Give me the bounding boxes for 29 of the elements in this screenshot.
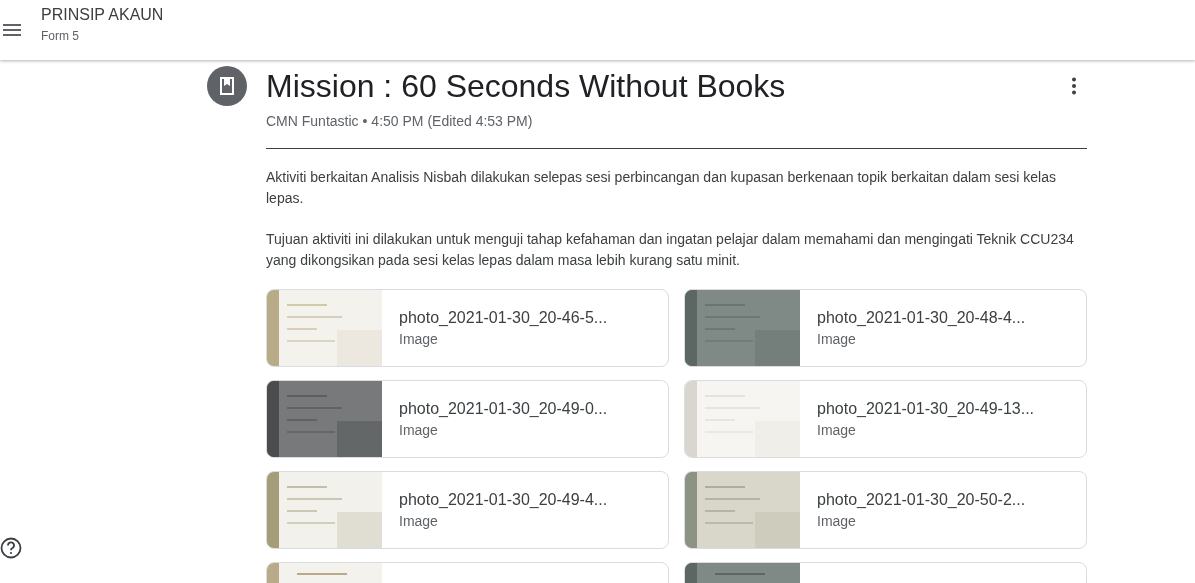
more-options-icon[interactable] — [1071, 77, 1077, 95]
attachment-card[interactable]: photo_2021-01-30_20-49-13... Image — [684, 380, 1087, 458]
file-type: Image — [817, 331, 857, 347]
post-time: • 4:50 PM (Edited 4:53 PM) — [362, 113, 533, 129]
file-name: photo_2021-01-30_20-49-13... — [817, 400, 1035, 418]
file-name: photo_2021-01-30_20-49-4... — [399, 491, 608, 509]
attachment-card[interactable]: photo_2021-01-30_20-49-4... Image — [266, 471, 669, 549]
help-icon[interactable] — [0, 537, 22, 559]
description-paragraph: Aktiviti berkaitan Analisis Nisbah dilakukan selepas sesi perbincangan dan kupasan berkenaan topik berkaitan dalam sesi kelas lepas. — [266, 168, 1057, 208]
file-type: Image — [817, 513, 857, 529]
file-name: photo_2021-01-30_20-46-5... — [399, 309, 608, 327]
file-type: Image — [817, 422, 857, 438]
attachment-card[interactable]: photo_2021-01-30_20-49-0... Image — [266, 380, 669, 458]
file-type: Image — [399, 513, 439, 529]
file-type: Image — [399, 422, 439, 438]
class-title[interactable]: PRINSIP AKAUN — [41, 5, 164, 24]
file-type: Image — [399, 331, 439, 347]
menu-icon[interactable] — [3, 24, 21, 36]
attachment-card[interactable]: photo_2021-01-30_20-50-2... Image — [684, 471, 1087, 549]
file-name: photo_2021-01-30_20-50-2... — [817, 491, 1026, 509]
material-icon — [207, 66, 247, 106]
file-name: photo_2021-01-30_20-48-4... — [817, 309, 1026, 327]
author-name: CMN Funtastic — [266, 113, 359, 129]
class-section: Form 5 — [41, 28, 164, 43]
attachment-card[interactable]: photo_2021-01-30_20-48-4... Image — [684, 289, 1087, 367]
post-title: Mission : 60 Seconds Without Books — [266, 67, 786, 106]
description-paragraph: Tujuan aktiviti ini dilakukan untuk menguji tahap kefahaman dan ingatan pelajar dalam memahami dan mengingati Teknik CCU234 yang dikongsikan pada sesi kelas lepas dalam masa lebih kurang satu minit. — [266, 230, 1075, 270]
attachment-card[interactable]: photo_2021-01-30_20-46-5... Image — [266, 289, 669, 367]
file-name: photo_2021-01-30_20-49-0... — [399, 400, 608, 418]
